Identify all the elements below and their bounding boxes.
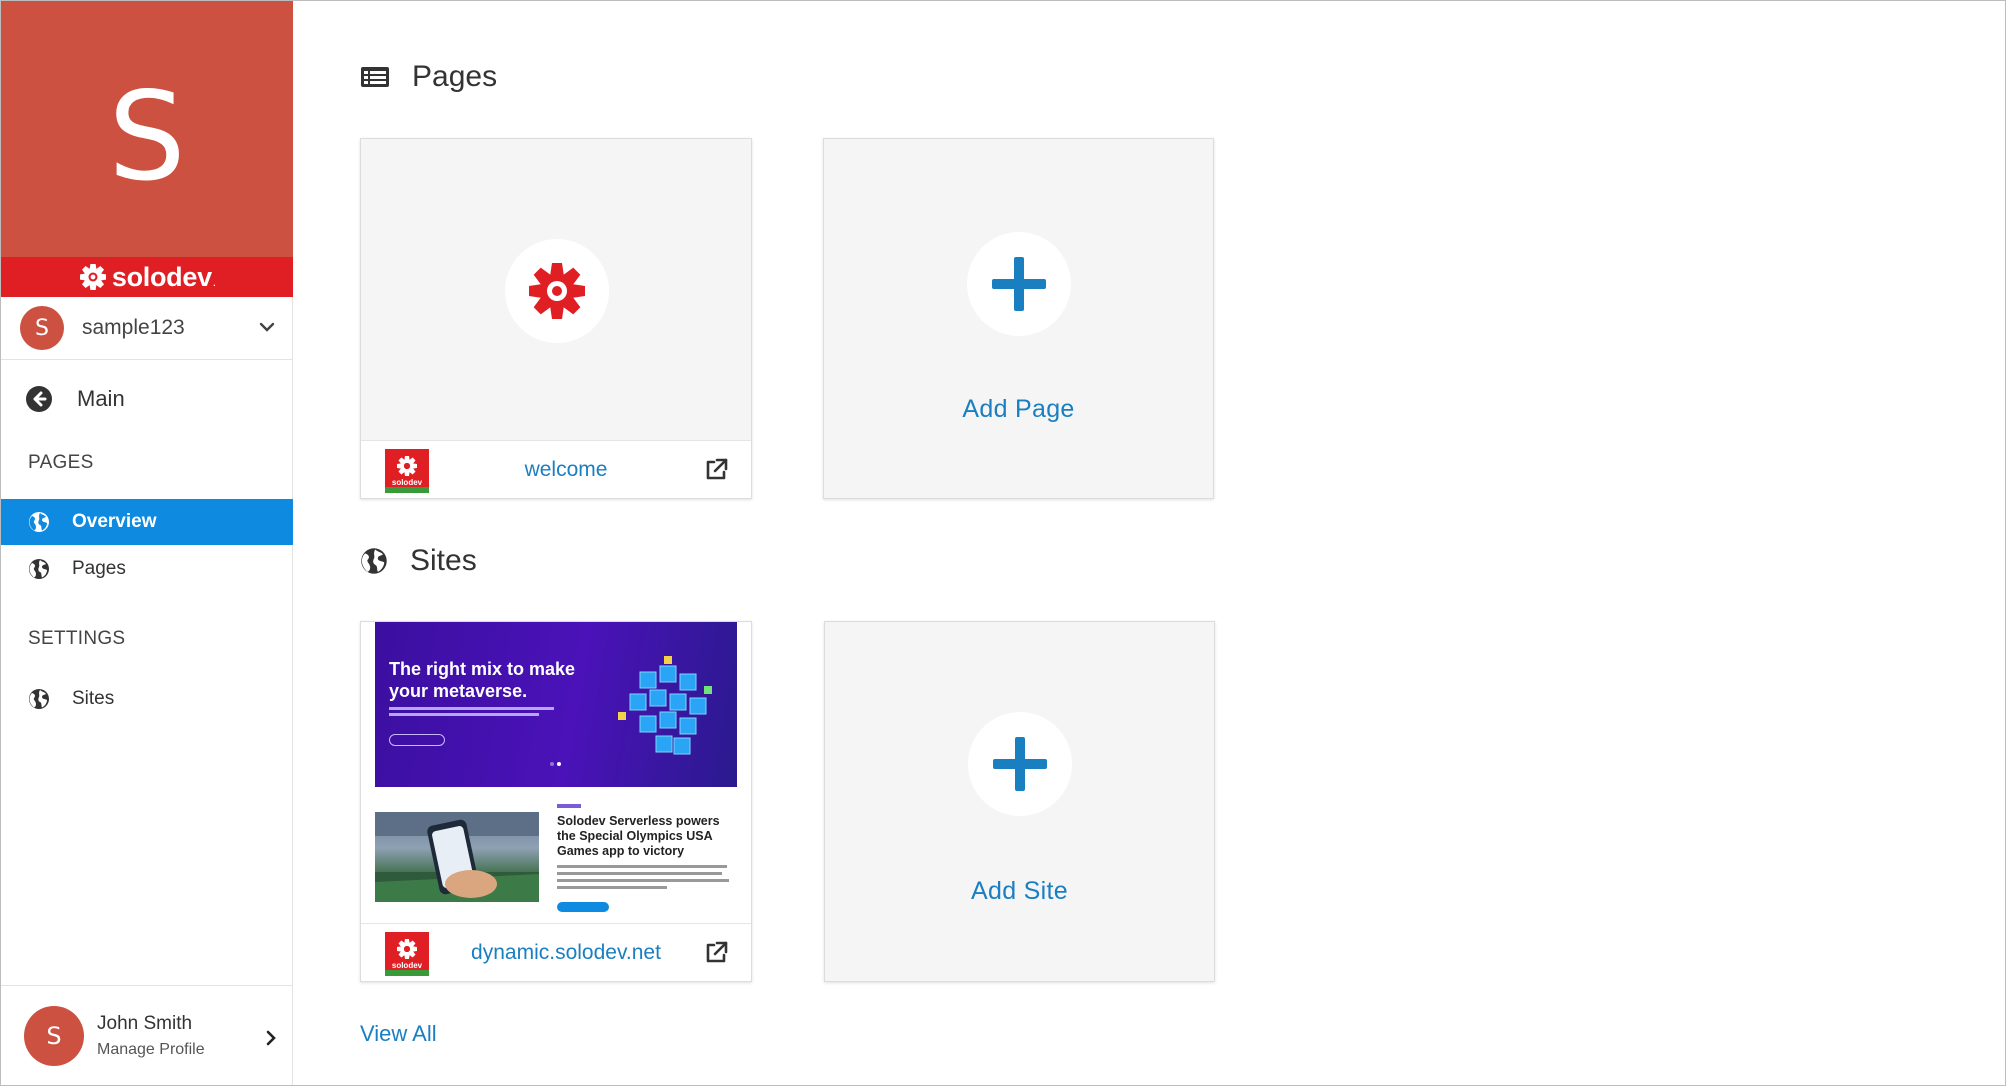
profile-names: John Smith Manage Profile [97, 1013, 205, 1059]
article-text: Solodev Serverless powers the Special Ol… [557, 804, 733, 912]
nav-main-label: Main [77, 386, 125, 411]
manage-profile-label: Manage Profile [97, 1040, 205, 1058]
plus-icon [993, 737, 1047, 791]
article-tag [557, 804, 581, 808]
sidebar: S solodev . S sample123 Main PAGES Overv… [1, 1, 293, 1085]
article-button [557, 902, 609, 912]
page-card[interactable]: solodev welcome [360, 138, 752, 499]
thumbnail-hero-button [389, 734, 445, 746]
solodev-flower-icon [397, 456, 417, 476]
add-page-card[interactable]: Add Page [823, 138, 1214, 499]
site-link[interactable]: dynamic.solodev.net [441, 941, 691, 965]
site-card-footer: solodev dynamic.solodev.net [361, 923, 751, 981]
sidebar-item-sites[interactable]: Sites [1, 676, 293, 722]
mini-logo-strip [385, 970, 429, 976]
site-initial: S [108, 66, 186, 208]
section-label-pages: PAGES [28, 452, 94, 473]
sites-section-header: Sites [360, 544, 477, 578]
site-avatar: S [20, 306, 64, 350]
mini-logo-strip [385, 487, 429, 493]
user-name: John Smith [97, 1012, 193, 1034]
plus-icon [992, 257, 1046, 311]
add-site-badge [968, 712, 1072, 816]
article-image [375, 812, 539, 902]
globe-icon [29, 689, 49, 709]
solodev-mini-logo: solodev [385, 932, 429, 976]
solodev-mini-logo: solodev [385, 449, 429, 493]
add-page-label: Add Page [962, 395, 1075, 423]
add-site-label: Add Site [971, 877, 1068, 905]
site-card[interactable]: The right mix to make your metaverse. So… [360, 621, 752, 982]
solodev-flower-icon [79, 264, 106, 290]
list-icon [361, 67, 389, 87]
solodev-flower-icon [397, 939, 417, 959]
globe-icon [29, 559, 49, 579]
add-site-card[interactable]: Add Site [824, 621, 1215, 982]
article-body-lines [557, 865, 729, 889]
view-all-link[interactable]: View All [360, 1021, 437, 1047]
chevron-right-icon [266, 1030, 276, 1046]
brand-name: solodev [111, 261, 212, 292]
manage-profile[interactable]: S John Smith Manage Profile [1, 985, 293, 1085]
thumbnail-hero-text-lines [389, 707, 554, 716]
page-card-footer: solodev welcome [361, 440, 751, 498]
user-avatar: S [24, 1005, 84, 1066]
sidebar-item-overview[interactable]: Overview [1, 499, 293, 545]
site-thumbnail: The right mix to make your metaverse. So… [375, 622, 737, 922]
pages-section-title: Pages [412, 60, 498, 93]
site-selector[interactable]: S sample123 [1, 297, 293, 360]
chevron-down-icon [259, 322, 275, 332]
globe-icon [361, 548, 387, 574]
section-label-settings: SETTINGS [28, 628, 126, 649]
mini-logo-text: solodev [391, 961, 423, 970]
solodev-flower-icon [529, 263, 585, 319]
sidebar-item-label: Pages [72, 558, 126, 579]
external-link-icon[interactable] [703, 940, 729, 966]
globe-icon [29, 512, 49, 532]
sidebar-item-pages[interactable]: Pages [1, 546, 293, 592]
add-page-badge [967, 232, 1071, 336]
pages-section-header: Pages [360, 60, 497, 94]
site-brand-block: S [1, 1, 293, 257]
phone-in-hand-graphic [375, 812, 539, 902]
thumbnail-hero-title: The right mix to make your metaverse. [389, 659, 576, 701]
cube-cluster-graphic [618, 656, 712, 755]
page-thumbnail-badge [505, 239, 609, 343]
article-title: Solodev Serverless powers the Special Ol… [557, 814, 720, 858]
sites-section-title: Sites [410, 544, 477, 577]
solodev-logo[interactable]: solodev . [1, 257, 293, 297]
arrow-left-circle-icon [26, 386, 52, 412]
thumbnail-hero: The right mix to make your metaverse. [375, 622, 737, 787]
sidebar-item-label: Overview [72, 511, 157, 532]
brand-mark: . [212, 275, 217, 289]
page-link[interactable]: welcome [441, 458, 691, 482]
sidebar-item-label: Sites [72, 688, 115, 709]
external-link-icon[interactable] [703, 457, 729, 483]
nav-main[interactable]: Main [1, 371, 293, 427]
carousel-dots [550, 762, 561, 766]
site-name: sample123 [82, 316, 185, 339]
mini-logo-text: solodev [391, 478, 423, 487]
